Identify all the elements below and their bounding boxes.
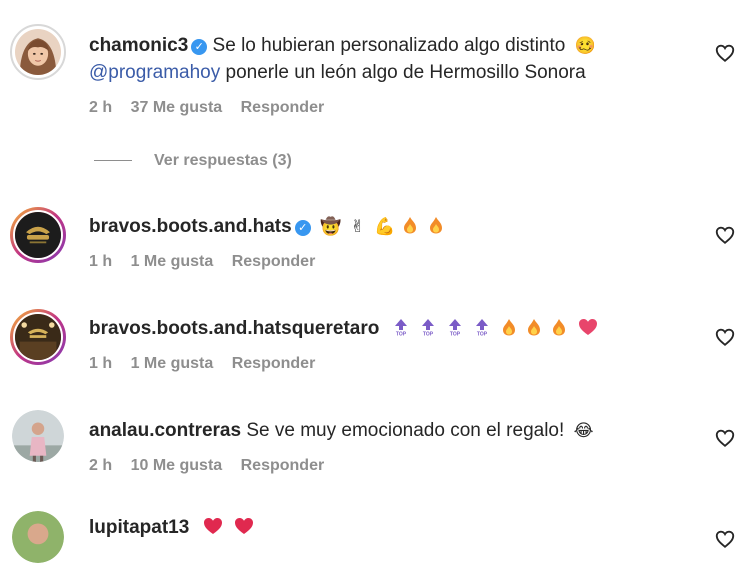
like-count[interactable]: 10 Me gusta — [131, 457, 223, 474]
red-heart-emoji-icon — [234, 518, 253, 534]
svg-text:TOP: TOP — [396, 332, 407, 337]
comment-meta: 2 h 37 Me gusta Responder — [89, 99, 338, 117]
reply-button[interactable]: Responder — [232, 355, 316, 372]
top-arrow-emoji-icon: TOP — [476, 319, 489, 337]
comment-text: chamonic3 ✓ Se lo hubieran personalizado … — [89, 32, 596, 86]
view-replies-button[interactable]: Ver respuestas (3) — [94, 152, 292, 170]
bravos-logo-image — [13, 210, 63, 260]
comment-time: 1 h — [89, 355, 113, 372]
cowboy-face-emoji-icon: 🤠 — [319, 217, 342, 236]
reply-button[interactable]: Responder — [232, 253, 316, 270]
like-count[interactable]: 1 Me gusta — [131, 355, 214, 372]
comment-username[interactable]: bravos.boots.and.hats — [89, 216, 292, 237]
fire-emoji-icon — [528, 319, 541, 336]
store-photo-image — [13, 312, 63, 362]
avatar-image — [12, 511, 64, 563]
avatar[interactable] — [12, 410, 64, 462]
avatar[interactable] — [10, 207, 66, 263]
like-count[interactable]: 37 Me gusta — [131, 99, 223, 116]
comment-time: 1 h — [89, 253, 113, 270]
view-replies-label: Ver respuestas (3) — [154, 152, 292, 169]
comment-time: 2 h — [89, 99, 113, 116]
fire-emoji-icon — [502, 319, 515, 336]
comment-time: 2 h — [89, 457, 113, 474]
comment-text: lupitapat13 — [89, 514, 257, 541]
svg-text:TOP: TOP — [477, 332, 488, 337]
comment-text: bravos.boots.and.hats ✓ 🤠 ✌ 💪 — [89, 213, 446, 240]
laughing-face-emoji-icon: 😂 — [573, 421, 594, 440]
top-arrow-emoji-icon: TOP — [449, 319, 462, 337]
comment-body-continued: ponerle un león algo de Hermosillo Sonor… — [225, 62, 586, 83]
heart-outline-icon[interactable] — [714, 42, 736, 64]
avatar[interactable] — [12, 511, 64, 563]
victory-hand-emoji-icon: ✌ — [350, 217, 365, 236]
heart-outline-icon[interactable] — [714, 326, 736, 348]
red-heart-emoji-icon — [203, 518, 222, 534]
avatar[interactable] — [10, 309, 66, 365]
fire-emoji-icon — [429, 217, 442, 234]
comment-text: bravos.boots.and.hatsqueretaro TOP TOP T… — [89, 315, 601, 342]
avatar[interactable] — [10, 24, 66, 80]
comment-meta: 1 h 1 Me gusta Responder — [89, 253, 329, 271]
flexed-biceps-emoji-icon: 💪 — [373, 217, 396, 236]
reply-button[interactable]: Responder — [241, 457, 325, 474]
comment-username[interactable]: bravos.boots.and.hatsqueretaro — [89, 318, 379, 339]
comment-meta: 1 h 1 Me gusta Responder — [89, 355, 329, 373]
comment-username[interactable]: analau.contreras — [89, 420, 241, 441]
comment-text: analau.contreras Se ve muy emocionado co… — [89, 417, 593, 444]
reply-button[interactable]: Responder — [241, 99, 325, 116]
svg-text:TOP: TOP — [423, 332, 434, 337]
heart-outline-icon[interactable] — [714, 224, 736, 246]
heart-outline-icon[interactable] — [714, 427, 736, 449]
fire-emoji-icon — [553, 319, 566, 336]
pink-heart-emoji-icon — [578, 319, 597, 335]
verified-badge-icon: ✓ — [191, 39, 208, 55]
fire-emoji-icon — [404, 217, 417, 234]
avatar-image — [15, 29, 61, 75]
divider-line — [94, 160, 132, 162]
avatar-image — [12, 410, 64, 462]
comment-body: Se ve muy emocionado con el regalo! — [246, 420, 565, 441]
mention-link[interactable]: @programahoy — [89, 62, 220, 83]
comment-meta: 2 h 10 Me gusta Responder — [89, 457, 338, 475]
woozy-face-emoji-icon: 🥴 — [574, 36, 596, 55]
like-count[interactable]: 1 Me gusta — [131, 253, 214, 270]
top-arrow-emoji-icon: TOP — [394, 319, 407, 337]
heart-outline-icon[interactable] — [714, 528, 736, 550]
verified-badge-icon: ✓ — [294, 220, 311, 236]
comment-username[interactable]: chamonic3 — [89, 35, 188, 56]
top-arrow-emoji-icon: TOP — [421, 319, 434, 337]
comment-username[interactable]: lupitapat13 — [89, 517, 189, 538]
comment-body: Se lo hubieran personalizado algo distin… — [212, 35, 566, 56]
svg-text:TOP: TOP — [450, 332, 461, 337]
